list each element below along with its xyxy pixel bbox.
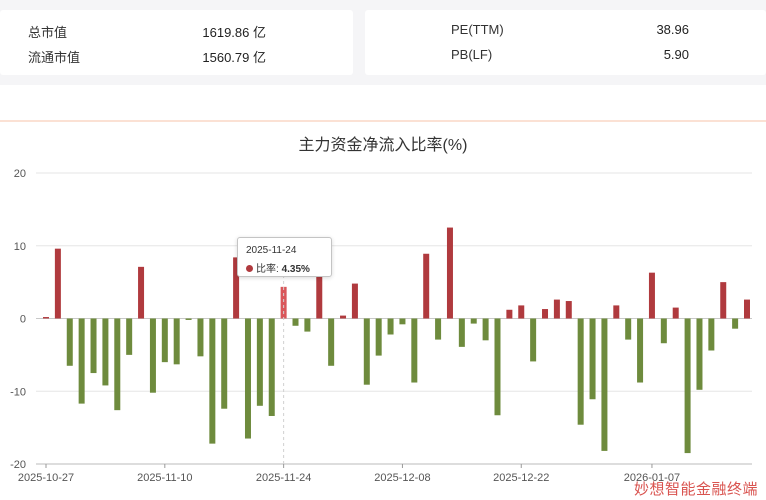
bar-2025-12-01	[340, 315, 347, 319]
x-tick-label: 2025-11-10	[137, 472, 192, 484]
x-tick-label: 2025-11-24	[256, 472, 311, 484]
bar-2025-12-16	[470, 318, 477, 324]
bar-2026-01-14	[708, 318, 715, 351]
bar-2025-12-22	[518, 305, 525, 319]
bar-2025-11-13	[197, 318, 204, 357]
x-tick-label: 2025-12-08	[374, 472, 430, 484]
bar-2025-11-04	[114, 318, 121, 411]
bar-2025-12-25	[553, 299, 560, 319]
bar-2026-01-05	[625, 318, 632, 340]
bar-2025-12-03	[363, 318, 370, 385]
bar-2025-11-21	[268, 318, 275, 416]
bar-2025-12-05	[387, 318, 394, 335]
bar-2025-12-23	[530, 318, 537, 362]
bar-2026-01-16	[732, 318, 739, 329]
watermark-logo-text: 妙想智能金融终端	[633, 481, 758, 498]
bar-2025-12-09	[411, 318, 418, 383]
y-tick-label: -10	[10, 386, 26, 398]
bar-2025-11-14	[209, 318, 216, 444]
y-tick-label: 0	[20, 314, 26, 326]
bar-2025-10-29	[66, 318, 73, 366]
bar-2025-11-12	[185, 318, 192, 320]
bar-2025-11-07	[149, 318, 156, 393]
bar-2025-10-28	[54, 248, 61, 319]
bar-2026-01-19	[744, 299, 750, 319]
bar-2025-12-19	[506, 309, 513, 319]
bar-2025-12-04	[375, 318, 382, 356]
x-tick-label: 2025-12-22	[493, 472, 549, 484]
chart-tooltip: 2025-11-24 比率: 4.35%	[237, 237, 332, 277]
bar-2025-11-19	[244, 318, 251, 439]
bar-2025-11-03	[102, 318, 109, 386]
bar-2026-01-12	[684, 318, 691, 454]
bar-2026-01-13	[696, 318, 703, 390]
bar-2026-01-07	[648, 272, 655, 319]
bar-2025-11-17	[221, 318, 228, 409]
bar-2025-11-06	[138, 266, 145, 319]
bar-2025-11-10	[161, 318, 168, 363]
bar-2025-12-15	[458, 318, 465, 347]
bar-2025-12-31	[601, 318, 608, 451]
bar-2026-01-06	[637, 318, 644, 383]
bar-2025-12-30	[589, 318, 596, 400]
x-tick-label: 2025-10-27	[18, 472, 74, 484]
bar-2025-11-26	[304, 318, 311, 332]
bar-2025-12-08	[399, 318, 406, 325]
tooltip-value: 4.35%	[281, 264, 310, 275]
bar-2025-12-17	[482, 318, 489, 341]
bar-2025-11-28	[328, 318, 335, 366]
bar-2025-11-20	[256, 318, 263, 406]
bar-2025-12-29	[577, 318, 584, 425]
bar-2025-12-24	[542, 309, 549, 319]
y-tick-label: -20	[10, 459, 26, 471]
bar-2025-12-11	[435, 318, 442, 340]
bar-2025-12-10	[423, 253, 430, 319]
bar-2025-11-25	[292, 318, 299, 326]
bar-2026-01-08	[660, 318, 667, 344]
bar-2025-10-27	[43, 317, 49, 319]
bar-2025-11-11	[173, 318, 180, 365]
tooltip-series-dot	[246, 265, 253, 272]
bar-2025-11-05	[126, 318, 133, 355]
bar-2026-01-09	[672, 307, 679, 319]
bar-2026-01-15	[720, 282, 727, 319]
bar-2025-12-02	[351, 283, 358, 319]
y-tick-label: 20	[14, 168, 26, 180]
tooltip-row: 比率: 4.35%	[246, 260, 310, 275]
capital-flow-bar-chart: -20 -10 0 10 20 2025-10-27 2025-11-10 2025-11-2…	[10, 168, 752, 484]
tooltip-label: 比率:	[256, 264, 279, 275]
y-tick-label: 10	[14, 241, 26, 253]
bar-2025-12-12	[446, 227, 453, 319]
bar-2025-10-30	[78, 318, 85, 404]
bar-2025-12-26	[565, 301, 572, 319]
bar-2026-01-02	[613, 305, 620, 319]
bar-2025-10-31	[90, 318, 97, 374]
tooltip-date: 2025-11-24	[246, 245, 297, 256]
bar-2025-12-18	[494, 318, 501, 416]
